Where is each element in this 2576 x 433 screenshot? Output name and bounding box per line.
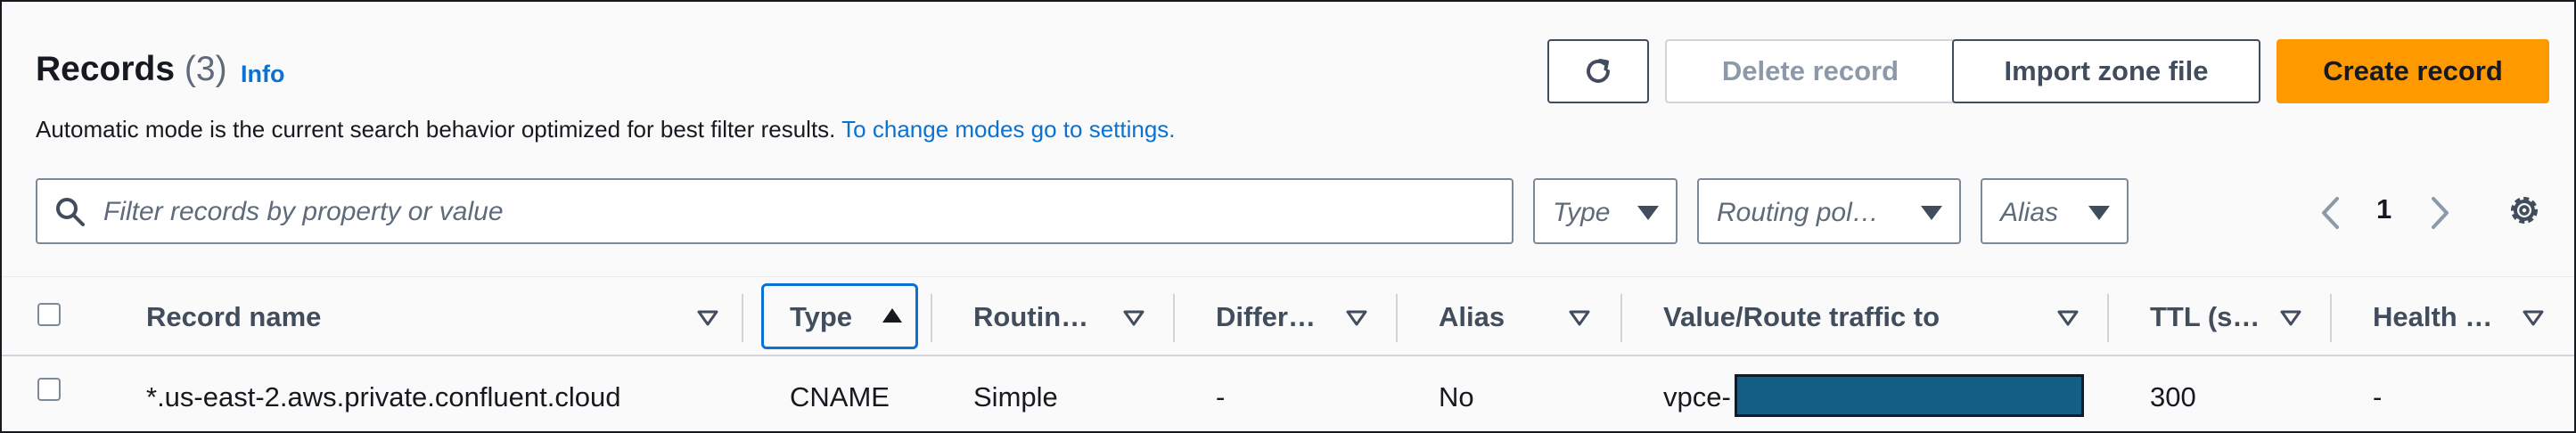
table-header-divider [2,355,2574,356]
page-title: Records (3) [36,50,227,89]
column-header-type[interactable]: Type [790,301,852,333]
column-resizer[interactable] [1173,294,1175,342]
table-top-divider [2,276,2574,277]
gear-icon[interactable] [2505,191,2544,230]
redaction-box [1735,374,2084,417]
sort-caret-icon[interactable] [1346,310,1367,326]
row-select-checkbox[interactable] [37,378,61,401]
description-text: Automatic mode is the current search beh… [36,116,836,143]
settings-link[interactable]: To change modes go to settings. [841,116,1175,143]
refresh-button[interactable] [1547,39,1649,103]
column-resizer[interactable] [1620,294,1622,342]
cell-record-name: *.us-east-2.aws.private.confluent.cloud [146,381,621,413]
cell-routing: Simple [973,381,1058,413]
caret-down-icon [1921,206,1942,220]
sort-caret-icon[interactable] [2523,310,2544,326]
column-header-health[interactable]: Health … [2373,301,2492,333]
sort-caret-icon[interactable] [2057,310,2079,326]
type-filter-label: Type [1553,198,1611,227]
search-field[interactable] [36,178,1514,244]
alias-filter-label: Alias [2000,198,2059,227]
column-header-alias[interactable]: Alias [1439,301,1505,333]
column-header-differentiator[interactable]: Differ… [1216,301,1316,333]
record-count: (3) [184,50,227,88]
search-icon [56,198,85,226]
caret-down-icon [1637,206,1659,220]
delete-record-button[interactable]: Delete record [1665,39,1956,103]
info-link[interactable]: Info [241,61,284,88]
import-zone-file-button[interactable]: Import zone file [1952,39,2260,103]
column-header-value[interactable]: Value/Route traffic to [1663,301,1940,333]
page-number[interactable]: 1 [2376,193,2391,225]
search-input[interactable] [102,189,1496,235]
next-page-icon[interactable] [2430,196,2451,230]
title-text: Records [36,50,176,88]
sort-ascending-icon[interactable] [881,306,904,324]
records-panel: Records (3) Info Automatic mode is the c… [0,0,2576,433]
routing-filter-label: Routing pol… [1717,198,1879,227]
column-resizer[interactable] [1396,294,1398,342]
cell-value: vpce- [1663,381,1731,413]
sort-caret-icon[interactable] [1569,310,1590,326]
search-mode-description: Automatic mode is the current search beh… [36,116,1176,143]
column-header-routing[interactable]: Routin… [973,301,1088,333]
cell-ttl: 300 [2150,381,2196,413]
sort-caret-icon[interactable] [697,310,718,326]
cell-alias: No [1439,381,1474,413]
column-resizer[interactable] [931,294,932,342]
cell-health: - [2373,381,2383,413]
caret-down-icon [2088,206,2110,220]
column-resizer[interactable] [2107,294,2109,342]
alias-filter-select[interactable]: Alias [1981,178,2129,244]
sort-caret-icon[interactable] [1123,310,1144,326]
previous-page-icon[interactable] [2319,196,2341,230]
column-resizer[interactable] [2330,294,2332,342]
cell-type: CNAME [790,381,890,413]
sort-caret-icon[interactable] [2280,310,2301,326]
column-header-record-name[interactable]: Record name [146,301,321,333]
refresh-icon [1587,59,1610,83]
type-filter-select[interactable]: Type [1533,178,1678,244]
cell-differentiator: - [1216,381,1226,413]
column-header-ttl[interactable]: TTL (s… [2150,301,2260,333]
routing-policy-filter-select[interactable]: Routing pol… [1697,178,1961,244]
column-resizer[interactable] [742,294,743,342]
select-all-checkbox[interactable] [37,303,61,326]
create-record-button[interactable]: Create record [2277,39,2549,103]
